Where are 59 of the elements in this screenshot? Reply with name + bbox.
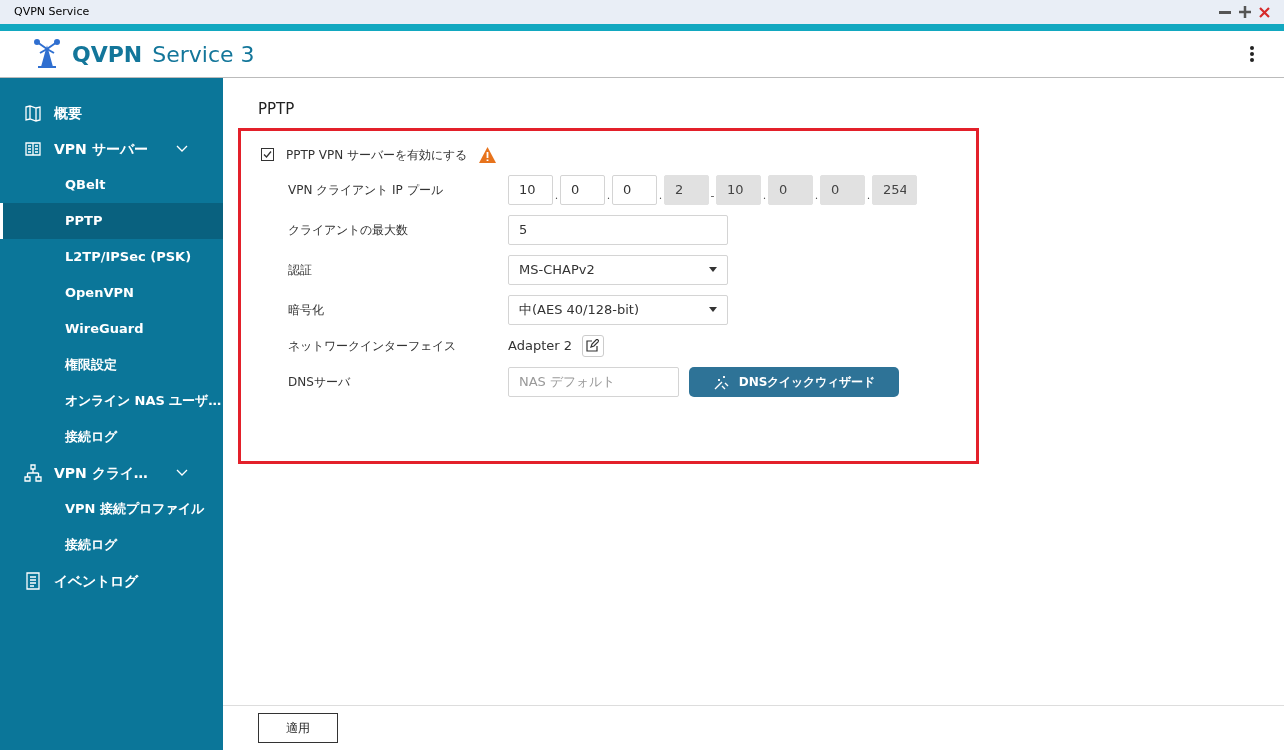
field-label: VPN クライアント IP プール xyxy=(288,181,444,199)
app-title: QVPN Service 3 xyxy=(72,40,255,69)
apply-button[interactable]: 適用 xyxy=(258,713,338,743)
field-label: 認証 xyxy=(288,261,313,279)
sidebar-item[interactable]: オンライン NAS ユーザ… xyxy=(0,383,223,419)
field-label: 暗号化 xyxy=(288,301,325,319)
separator: . xyxy=(813,188,820,204)
minimize-icon xyxy=(1219,10,1231,14)
sidebar-item[interactable]: QBelt xyxy=(0,167,223,203)
dropdown[interactable]: MS-CHAPv2 xyxy=(508,254,728,285)
dropdown[interactable]: 中(AES 40/128-bit) xyxy=(508,294,728,325)
sidebar-item[interactable]: L2TP/IPSec (PSK) xyxy=(0,239,223,275)
sidebar-section[interactable]: VPN クライ… xyxy=(0,455,223,491)
sidebar-item[interactable]: PPTP xyxy=(0,203,223,239)
caret-icon xyxy=(709,267,717,272)
sidebar-item[interactable]: 接続ログ xyxy=(0,527,223,563)
more-icon[interactable] xyxy=(1250,46,1254,62)
sidebar-item[interactable]: 接続ログ xyxy=(0,419,223,455)
page-title: PPTP xyxy=(258,99,296,120)
field-label: DNSサーバ xyxy=(288,373,351,391)
sidebar-section[interactable]: 概要 xyxy=(0,95,223,131)
sidebar-item[interactable]: OpenVPN xyxy=(0,275,223,311)
ip-octet-field[interactable]: 10 xyxy=(508,174,553,205)
network-icon xyxy=(24,464,42,482)
checkbox-label: PPTP VPN サーバーを有効にする xyxy=(286,146,468,164)
separator: . xyxy=(605,188,612,204)
magic-wand-icon xyxy=(712,373,729,390)
warning-icon xyxy=(479,146,497,163)
field-label: クライアントの最大数 xyxy=(288,221,409,239)
chevron-down-icon xyxy=(176,469,188,477)
separator: - xyxy=(709,188,716,204)
plus-icon xyxy=(1239,6,1251,18)
sidebar-item[interactable]: WireGuard xyxy=(0,311,223,347)
close-icon xyxy=(1259,6,1270,18)
checkbox[interactable] xyxy=(261,148,274,161)
input-field[interactable]: 5 xyxy=(508,214,728,245)
edit-button[interactable] xyxy=(582,334,604,357)
sidebar-section[interactable]: イベントログ xyxy=(0,563,223,599)
field-label: ネットワークインターフェイス xyxy=(288,337,457,355)
caret-icon xyxy=(709,307,717,312)
map-icon xyxy=(24,104,42,122)
dns-wizard-button[interactable]: DNSクイックウィザード xyxy=(689,366,899,397)
separator: . xyxy=(657,188,664,204)
separator: . xyxy=(553,188,560,204)
logo-icon xyxy=(34,39,60,69)
book-icon xyxy=(24,140,42,158)
field-value: Adapter 2 xyxy=(508,336,572,355)
chevron-down-icon xyxy=(176,145,188,153)
window-title: QVPN Service xyxy=(14,3,90,20)
document-icon xyxy=(24,572,42,590)
separator: . xyxy=(865,188,872,204)
ip-octet-field[interactable]: 0 xyxy=(612,174,657,205)
ip-octet-field[interactable]: 0 xyxy=(560,174,605,205)
sidebar-section[interactable]: VPN サーバー xyxy=(0,131,223,167)
edit-icon xyxy=(586,339,600,352)
sidebar-item[interactable]: 権限設定 xyxy=(0,347,223,383)
input-field[interactable]: NAS デフォルト xyxy=(508,366,679,397)
sidebar-item[interactable]: VPN 接続プロファイル xyxy=(0,491,223,527)
separator: . xyxy=(761,188,768,204)
